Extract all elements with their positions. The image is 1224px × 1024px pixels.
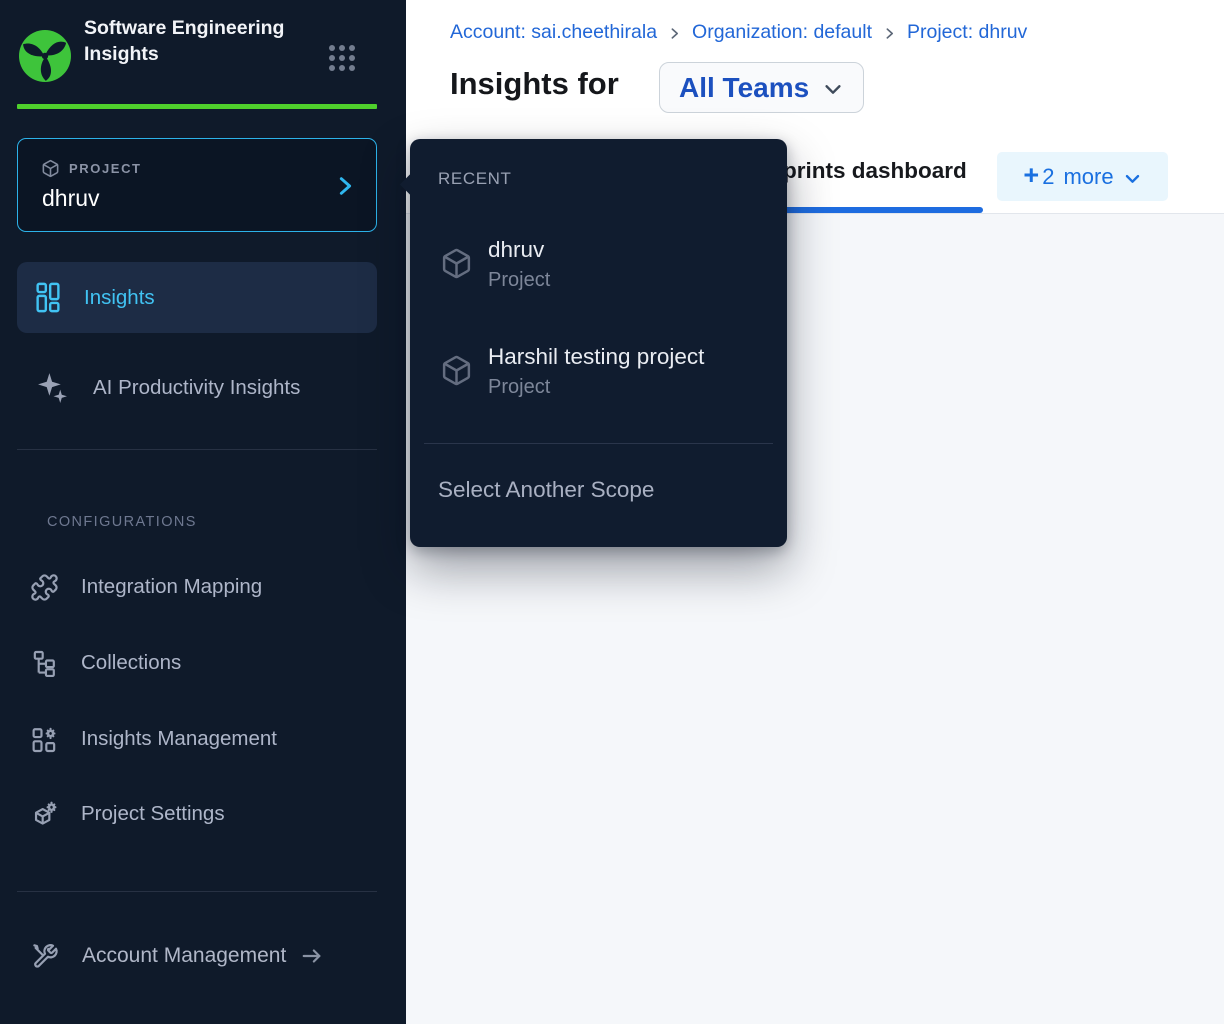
breadcrumb-organization-link[interactable]: Organization: default: [692, 21, 872, 44]
scope-item-type: Project: [488, 376, 550, 399]
insights-dashboard-icon: [36, 282, 60, 313]
page-title: Insights for: [450, 66, 619, 102]
project-cube-icon: [41, 159, 60, 178]
recent-section-label: RECENT: [438, 169, 512, 189]
scope-item-harshil-testing-project[interactable]: Harshil testing project Project: [410, 336, 787, 422]
plus-icon: +: [1023, 160, 1039, 191]
chevron-right-icon: [668, 27, 681, 40]
sidebar-item-insights-management[interactable]: Insights Management: [17, 711, 377, 767]
sidebar-item-collections[interactable]: Collections: [17, 635, 377, 691]
sidebar-item-label: Account Management: [82, 944, 286, 968]
more-tabs-button[interactable]: + 2 more: [997, 152, 1168, 201]
collections-tree-icon: [30, 649, 59, 678]
sidebar-divider: [17, 449, 377, 450]
arrow-right-icon: [298, 945, 328, 967]
breadcrumb-project-link[interactable]: Project: dhruv: [907, 21, 1027, 44]
sidebar-item-label: Project Settings: [81, 802, 225, 826]
brand-accent-bar: [17, 104, 377, 109]
sidebar-item-label: Integration Mapping: [81, 575, 262, 599]
project-selector-value: dhruv: [42, 185, 100, 212]
sidebar-item-integration-mapping[interactable]: Integration Mapping: [17, 559, 377, 615]
select-another-scope-action[interactable]: Select Another Scope: [438, 477, 654, 503]
sidebar-item-label: AI Productivity Insights: [93, 376, 300, 400]
sidebar-item-ai-productivity[interactable]: AI Productivity Insights: [17, 352, 377, 423]
scope-item-name: dhruv: [488, 237, 544, 263]
sidebar-item-label: Collections: [81, 651, 181, 675]
team-selector-button[interactable]: All Teams: [659, 62, 864, 113]
sidebar: Software Engineering Insights PROJECT: [0, 0, 406, 1024]
breadcrumb: Account: sai.cheethirala Organization: d…: [450, 21, 1027, 44]
app-logo-row: Software Engineering Insights: [18, 14, 388, 100]
project-scope-selector[interactable]: PROJECT dhruv: [17, 138, 377, 232]
app-title: Software Engineering Insights: [84, 16, 294, 67]
scope-item-type: Project: [488, 269, 550, 292]
propelo-logo-icon: [18, 29, 72, 83]
project-settings-icon: [30, 800, 59, 829]
sparkles-icon: [36, 371, 69, 404]
project-selector-label: PROJECT: [69, 161, 142, 176]
scope-dropdown-panel: RECENT dhruv Project Harshil testing pro…: [410, 139, 787, 547]
tools-icon: [30, 941, 60, 971]
breadcrumb-account-link[interactable]: Account: sai.cheethirala: [450, 21, 657, 44]
tab-sprints-dashboard[interactable]: Sprints dashboard: [768, 158, 967, 184]
scope-item-dhruv[interactable]: dhruv Project: [410, 229, 787, 315]
active-tab-underline: [766, 207, 983, 213]
chevron-down-icon: [1123, 169, 1142, 188]
chevron-right-icon: [883, 27, 896, 40]
sidebar-item-insights[interactable]: Insights: [17, 262, 377, 333]
more-tabs-count: 2: [1042, 164, 1054, 190]
scope-item-name: Harshil testing project: [488, 344, 704, 370]
sidebar-item-project-settings[interactable]: Project Settings: [17, 786, 377, 842]
team-selector-value: All Teams: [679, 72, 809, 104]
chevron-right-icon: [334, 175, 356, 197]
configurations-section-label: CONFIGURATIONS: [47, 514, 197, 530]
apps-grid-icon[interactable]: [326, 42, 358, 74]
dropdown-divider: [424, 443, 773, 444]
sidebar-item-account-management[interactable]: Account Management: [17, 928, 387, 984]
chevron-down-icon: [822, 78, 844, 100]
insights-management-icon: [30, 725, 59, 754]
project-cube-icon: [440, 247, 473, 280]
project-cube-icon: [440, 354, 473, 387]
sidebar-item-label: Insights Management: [81, 727, 277, 751]
sidebar-item-label: Insights: [84, 286, 155, 310]
sidebar-divider: [17, 891, 377, 892]
puzzle-icon: [30, 573, 59, 602]
more-tabs-label: more: [1063, 164, 1113, 190]
app-window: Software Engineering Insights PROJECT: [0, 0, 1224, 1024]
